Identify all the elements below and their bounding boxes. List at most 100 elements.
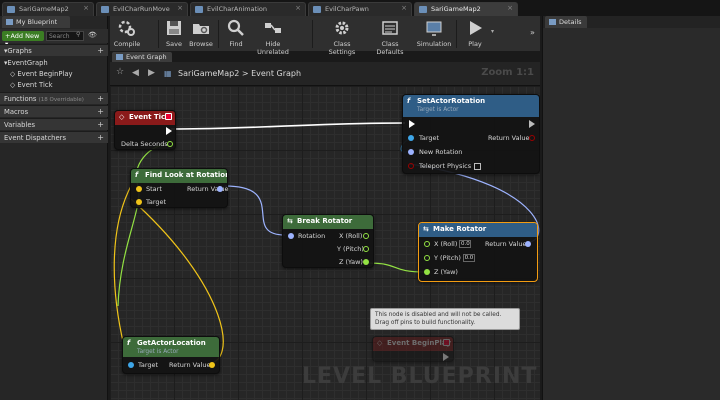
vector-pin[interactable] — [136, 186, 142, 192]
toolbar-overflow-icon[interactable]: » — [530, 28, 535, 37]
node-get-actor-location[interactable]: f GetActorLocation Target is Actor Target … — [122, 336, 220, 374]
map-icon — [419, 6, 427, 13]
close-icon[interactable]: × — [83, 4, 89, 12]
close-icon[interactable]: × — [401, 4, 407, 12]
details-panel: Details — [542, 16, 720, 400]
node-make-rotator[interactable]: ⇆ Make Rotator X (Roll) 0.0 Return Value Y… — [418, 222, 538, 282]
sidebar-item-event-tick[interactable]: ◇ Event Tick — [0, 79, 108, 91]
pitch-value-input[interactable]: 0.0 — [462, 254, 475, 262]
object-pin[interactable] — [128, 362, 134, 368]
forward-arrow-icon[interactable]: ▶ — [148, 68, 155, 78]
play-button[interactable]: Play — [462, 18, 488, 50]
event-icon: ◇ — [119, 113, 125, 121]
graphs-section-header[interactable]: ▾Graphs + — [0, 44, 108, 56]
rotator-out-pin[interactable] — [217, 186, 223, 192]
browse-icon — [193, 24, 209, 34]
pin-return-value: Return Value — [169, 361, 211, 369]
exec-in-pin[interactable] — [409, 120, 415, 128]
vector-out-pin[interactable] — [209, 362, 215, 368]
back-arrow-icon[interactable]: ◀ — [132, 68, 139, 78]
node-set-actor-rotation[interactable]: f SetActorRotation Target is Actor Target … — [402, 94, 540, 174]
event-dispatchers-section-header[interactable]: Event Dispatchers + — [0, 131, 108, 143]
toolbar-divider — [158, 20, 159, 48]
event-delegate-icon[interactable] — [443, 339, 450, 346]
add-graph-icon[interactable]: + — [97, 46, 104, 55]
exec-out-pin[interactable] — [529, 120, 535, 128]
tab-sarigamemap2-active[interactable]: SariGameMap2 × — [414, 2, 518, 16]
bool-pin[interactable] — [408, 163, 414, 169]
float-in-pin[interactable] — [424, 255, 430, 261]
float-out-pin[interactable] — [363, 246, 369, 252]
add-dispatcher-icon[interactable]: + — [97, 133, 104, 142]
play-options-chevron-icon[interactable]: ▾ — [491, 28, 494, 35]
float-out-pin[interactable] — [363, 233, 369, 239]
details-body — [543, 28, 720, 400]
my-blueprint-toolbar: +Add New ▾ Search ⚲ 👁 — [0, 29, 108, 48]
vector-pin[interactable] — [136, 199, 142, 205]
macros-section-header[interactable]: Macros + — [0, 105, 108, 117]
hide-unrelated-button[interactable]: Hide Unrelated — [250, 18, 296, 56]
add-function-icon[interactable]: + — [97, 94, 104, 103]
add-new-button[interactable]: +Add New ▾ — [2, 31, 44, 48]
breadcrumb-map[interactable]: SariGameMap2 — [178, 69, 239, 78]
variables-section-header[interactable]: Variables + — [0, 118, 108, 130]
toolbar-divider — [456, 20, 457, 48]
function-icon: f — [407, 97, 411, 105]
zoom-level: Zoom 1:1 — [481, 67, 534, 78]
add-macro-icon[interactable]: + — [97, 107, 104, 116]
close-icon[interactable]: × — [177, 4, 183, 12]
class-settings-icon — [335, 21, 349, 35]
details-tab[interactable]: Details — [545, 16, 587, 28]
rotator-pin[interactable] — [408, 149, 414, 155]
pin-target: Target — [146, 198, 167, 206]
node-break-rotator[interactable]: ⇆ Break Rotator Rotation X (Roll) Y (Pitc… — [282, 214, 374, 268]
blueprint-icon — [313, 6, 321, 13]
details-icon — [549, 19, 556, 25]
exec-out-pin[interactable] — [443, 353, 449, 361]
find-button[interactable]: Find — [224, 18, 248, 50]
close-icon[interactable]: × — [507, 4, 513, 12]
event-graph-tab[interactable]: Event Graph — [112, 52, 172, 62]
teleport-checkbox[interactable] — [474, 162, 482, 170]
rotator-out-pin[interactable] — [525, 241, 531, 247]
bool-out-pin[interactable] — [529, 135, 535, 141]
node-event-beginplay[interactable]: ◇ Event BeginPlay — [372, 336, 454, 362]
my-blueprint-tab[interactable]: My Blueprint — [2, 16, 70, 28]
compile-button[interactable]: Compile — [112, 18, 142, 50]
simulation-button[interactable]: Simulation — [416, 18, 452, 50]
tab-evilcharanimation[interactable]: EvilCharAnimation × — [190, 2, 306, 16]
pin-pitch: Y (Pitch) — [337, 245, 364, 253]
pin-yaw: Z (Yaw) — [339, 258, 363, 266]
float-in-pin[interactable] — [424, 241, 430, 247]
eye-icon[interactable]: 👁 — [88, 31, 97, 39]
float-pin[interactable] — [167, 141, 173, 147]
tab-sarigamemap2[interactable]: SariGameMap2 × — [2, 2, 94, 16]
float-out-pin[interactable] — [363, 259, 369, 265]
main-toolbar: Compile Save Browse Find Hide Unrelated … — [110, 16, 540, 56]
make-struct-icon: ⇆ — [423, 225, 429, 233]
class-settings-button[interactable]: Class Settings — [320, 18, 364, 56]
tab-evilcharrunmove[interactable]: EvilCharRunMove × — [96, 2, 188, 16]
rotator-in-pin[interactable] — [288, 233, 294, 239]
class-defaults-button[interactable]: Class Defaults — [368, 18, 412, 56]
pin-rotation: Rotation — [298, 232, 326, 240]
graph-canvas[interactable]: LEVEL BLUEPRINT ◇ Event Tick Delta Second… — [110, 86, 540, 400]
roll-value-input[interactable]: 0.0 — [459, 240, 472, 248]
exec-out-pin[interactable] — [166, 127, 172, 135]
breadcrumb-graph[interactable]: Event Graph — [251, 69, 301, 78]
float-in-pin[interactable] — [424, 269, 430, 275]
object-pin[interactable] — [408, 135, 414, 141]
disabled-node-tooltip: This node is disabled and will not be ca… — [370, 308, 520, 330]
functions-section-header[interactable]: Functions (18 Overridable) + — [0, 92, 108, 104]
favorite-star-icon[interactable]: ☆ — [116, 67, 124, 77]
add-variable-icon[interactable]: + — [97, 120, 104, 129]
save-button[interactable]: Save — [162, 18, 186, 50]
node-event-tick[interactable]: ◇ Event Tick Delta Seconds — [114, 110, 176, 150]
browse-button[interactable]: Browse — [188, 18, 214, 50]
tab-evilcharpawn[interactable]: EvilCharPawn × — [308, 2, 412, 16]
breadcrumb-separator: > — [241, 69, 249, 78]
node-find-look-at-rotation[interactable]: f Find Look at Rotation Start Return Valu… — [130, 168, 229, 208]
close-icon[interactable]: × — [295, 4, 301, 12]
pin-teleport-physics: Teleport Physics — [419, 162, 482, 170]
event-delegate-icon[interactable] — [165, 113, 172, 120]
